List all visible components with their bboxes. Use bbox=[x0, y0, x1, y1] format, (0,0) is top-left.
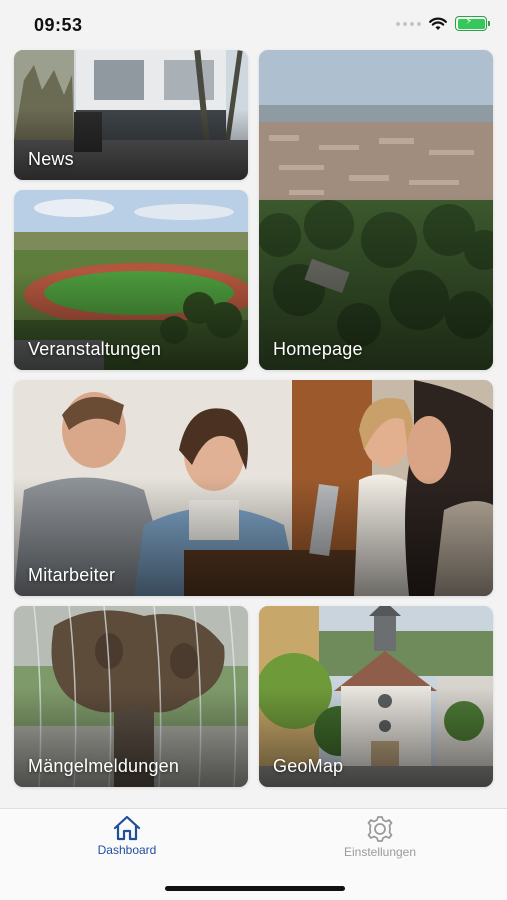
tab-settings[interactable]: Einstellungen bbox=[300, 815, 460, 859]
status-time: 09:53 bbox=[34, 15, 83, 35]
tile-label-veranstaltungen: Veranstaltungen bbox=[28, 339, 162, 359]
home-indicator[interactable] bbox=[165, 886, 345, 891]
tile-geomap[interactable]: GeoMap bbox=[259, 606, 493, 787]
home-icon bbox=[113, 815, 141, 841]
battery-charging-icon bbox=[455, 16, 490, 31]
tile-maengel[interactable]: Mängelmeldungen bbox=[14, 606, 248, 787]
app-screen: 09:53 ⚡ News Homepage Veranstaltungen Mi… bbox=[0, 0, 507, 900]
tile-label-geomap: GeoMap bbox=[273, 756, 344, 776]
tab-dashboard-label: Dashboard bbox=[97, 843, 157, 857]
tile-label-news: News bbox=[28, 149, 74, 169]
status-bar: 09:53 bbox=[0, 0, 507, 46]
tile-news[interactable]: News bbox=[14, 50, 248, 180]
tile-label-maengel: Mängelmeldungen bbox=[28, 756, 180, 776]
tile-label-mitarbeiter: Mitarbeiter bbox=[28, 565, 116, 585]
tile-homepage[interactable]: Homepage bbox=[259, 50, 493, 370]
wifi-icon bbox=[429, 17, 447, 30]
gear-icon bbox=[367, 816, 393, 842]
signal-dots-icon bbox=[396, 21, 421, 26]
tile-veranstaltungen[interactable]: Veranstaltungen bbox=[14, 190, 248, 370]
tile-label-homepage: Homepage bbox=[273, 339, 363, 359]
tab-dashboard[interactable]: Dashboard bbox=[47, 815, 207, 857]
status-icons bbox=[396, 16, 490, 31]
tab-bar: Dashboard Einstellungen bbox=[0, 808, 507, 900]
tab-settings-label: Einstellungen bbox=[343, 845, 417, 859]
tile-mitarbeiter[interactable]: Mitarbeiter bbox=[14, 380, 493, 596]
